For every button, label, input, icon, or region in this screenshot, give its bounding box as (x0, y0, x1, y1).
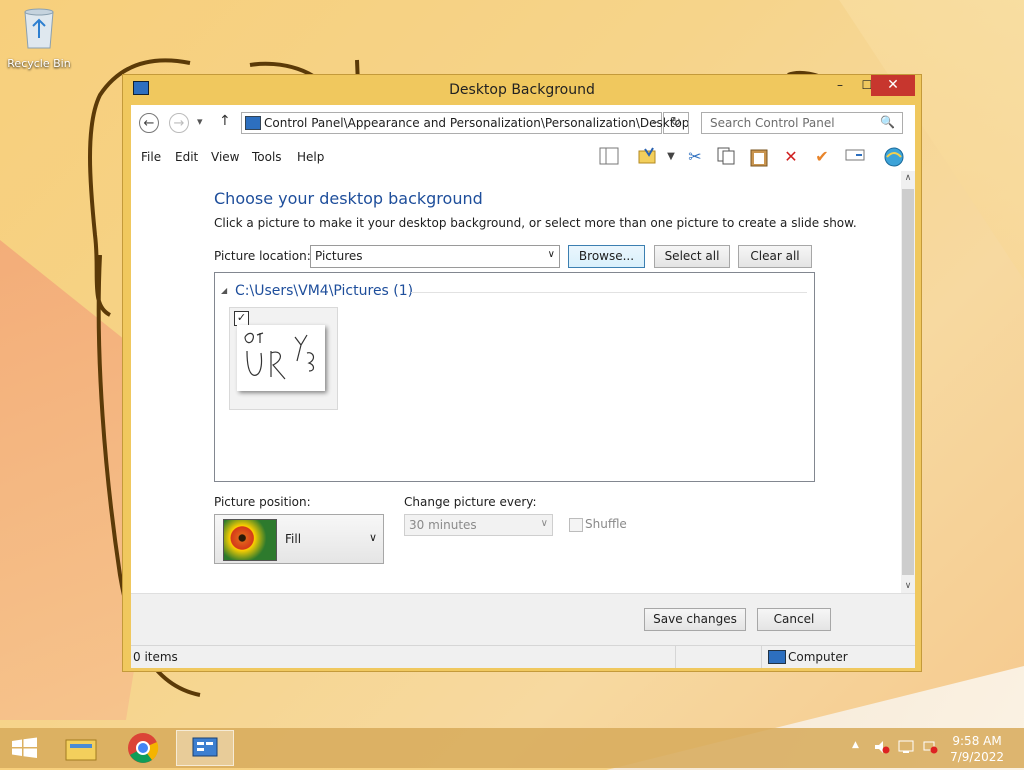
menu-bar: File Edit View Tools Help ▼ ✂ ✕ ✔ (131, 143, 915, 172)
collapse-arrow-icon[interactable]: ◢ (221, 286, 227, 295)
navigation-bar: ← → ▾ ↑ Control Panel\Appearance and Per… (131, 105, 915, 143)
control-panel-taskbar-button[interactable] (176, 730, 234, 766)
scrollbar-thumb[interactable] (902, 189, 914, 575)
status-bar: 0 items Computer (131, 645, 915, 668)
address-path: Control Panel\Appearance and Personaliza… (264, 116, 690, 130)
control-panel-icon (245, 116, 261, 130)
search-placeholder: Search Control Panel (710, 116, 835, 130)
cut-icon[interactable]: ✂ (684, 147, 706, 167)
clock-date: 7/9/2022 (950, 750, 1004, 764)
forward-button[interactable]: → (169, 113, 189, 133)
chevron-down-icon: ∨ (368, 531, 377, 544)
volume-muted-icon[interactable] (874, 740, 890, 757)
change-picture-select[interactable]: 30 minutes ∨ (404, 514, 553, 536)
search-icon[interactable]: 🔍 (880, 115, 895, 129)
action-center-icon[interactable] (898, 740, 914, 757)
paste-icon[interactable] (748, 147, 770, 167)
chrome-taskbar-button[interactable] (118, 730, 168, 766)
select-all-button[interactable]: Select all (654, 245, 730, 268)
picture-position-label: Picture position: (214, 495, 311, 509)
status-computer: Computer (788, 650, 848, 664)
file-explorer-icon (65, 739, 97, 761)
rename-icon[interactable] (844, 147, 866, 167)
shuffle-checkbox[interactable] (569, 518, 583, 532)
internet-icon[interactable] (883, 147, 905, 167)
show-hidden-icons-button[interactable]: ▲ (852, 740, 859, 750)
picture-location-label: Picture location: (214, 249, 311, 263)
change-picture-label: Change picture every: (404, 495, 537, 509)
dropdown-icon[interactable]: ▼ (660, 147, 682, 167)
vertical-scrollbar[interactable]: ∧ ∨ (901, 171, 915, 593)
recycle-bin[interactable]: Recycle Bin (6, 6, 72, 70)
delete-icon[interactable]: ✕ (780, 147, 802, 167)
shuffle-label: Shuffle (585, 517, 627, 531)
start-button[interactable] (0, 730, 50, 766)
checkmark-icon[interactable]: ✔ (811, 147, 833, 167)
picture-thumbnail (237, 325, 325, 391)
page-heading: Choose your desktop background (214, 189, 483, 208)
folder-properties-icon[interactable] (636, 147, 658, 167)
status-divider (761, 646, 762, 668)
windows-logo-icon (12, 737, 37, 758)
cancel-button[interactable]: Cancel (757, 608, 831, 631)
address-bar[interactable]: Control Panel\Appearance and Personaliza… (241, 112, 689, 134)
minimize-button[interactable]: – (827, 75, 853, 96)
file-explorer-taskbar-button[interactable] (56, 730, 106, 766)
picture-list: ◢ C:\Users\VM4\Pictures (1) ✓ (214, 272, 815, 482)
clock-time: 9:58 AM (952, 734, 1002, 748)
close-button[interactable]: ✕ (871, 75, 915, 96)
layout-icon[interactable] (598, 147, 620, 167)
change-picture-value: 30 minutes (409, 518, 477, 532)
address-dropdown-icon[interactable]: ⌄ (651, 116, 659, 127)
taskbar: ▲ 9:58 AM 7/9/2022 (0, 728, 1024, 768)
picture-group-header[interactable]: C:\Users\VM4\Pictures (1) (235, 283, 413, 299)
clear-all-button[interactable]: Clear all (738, 245, 812, 268)
picture-location-value: Pictures (315, 249, 363, 263)
dialog-footer: Save changes Cancel (131, 593, 915, 646)
picture-position-select[interactable]: Fill ∨ (214, 514, 384, 564)
refresh-button[interactable]: ↻ (663, 112, 689, 134)
page-description: Click a picture to make it your desktop … (214, 216, 857, 230)
menu-file[interactable]: File (141, 150, 161, 164)
recent-locations-button[interactable]: ▾ (197, 115, 203, 128)
desktop-background-window: Desktop Background – ☐ ✕ ← → ▾ ↑ Control… (122, 74, 922, 672)
menu-help[interactable]: Help (297, 150, 324, 164)
menu-view[interactable]: View (211, 150, 239, 164)
copy-icon[interactable] (715, 147, 737, 167)
chevron-down-icon: ∨ (540, 518, 548, 529)
flower-preview-image (223, 519, 277, 561)
save-changes-button[interactable]: Save changes (644, 608, 746, 631)
control-panel-icon (192, 737, 218, 757)
clock[interactable]: 9:58 AM 7/9/2022 (950, 733, 1004, 765)
chevron-down-icon: ∨ (547, 249, 555, 260)
scroll-up-icon[interactable]: ∧ (901, 173, 915, 183)
computer-icon (768, 650, 786, 664)
picture-item[interactable]: ✓ (229, 307, 338, 410)
picture-position-value: Fill (285, 532, 302, 546)
menu-tools[interactable]: Tools (252, 150, 282, 164)
picture-checkbox[interactable]: ✓ (234, 311, 249, 326)
main-content: Choose your desktop background Click a p… (131, 171, 901, 593)
recycle-bin-icon (24, 8, 54, 49)
back-button[interactable]: ← (139, 113, 159, 133)
browse-button[interactable]: Browse... (568, 245, 645, 268)
recycle-bin-label: Recycle Bin (7, 57, 71, 70)
network-icon[interactable] (922, 740, 938, 757)
up-button[interactable]: ↑ (219, 113, 231, 129)
status-divider (675, 646, 676, 668)
group-divider (411, 292, 807, 293)
picture-location-select[interactable]: Pictures ∨ (310, 245, 560, 268)
scroll-down-icon[interactable]: ∨ (901, 581, 915, 591)
window-title: Desktop Background (449, 82, 595, 98)
status-item-count: 0 items (133, 650, 178, 664)
title-bar[interactable]: Desktop Background – ☐ ✕ (123, 75, 921, 105)
menu-edit[interactable]: Edit (175, 150, 198, 164)
chrome-icon (128, 733, 159, 763)
search-input[interactable]: Search Control Panel 🔍 (701, 112, 903, 134)
